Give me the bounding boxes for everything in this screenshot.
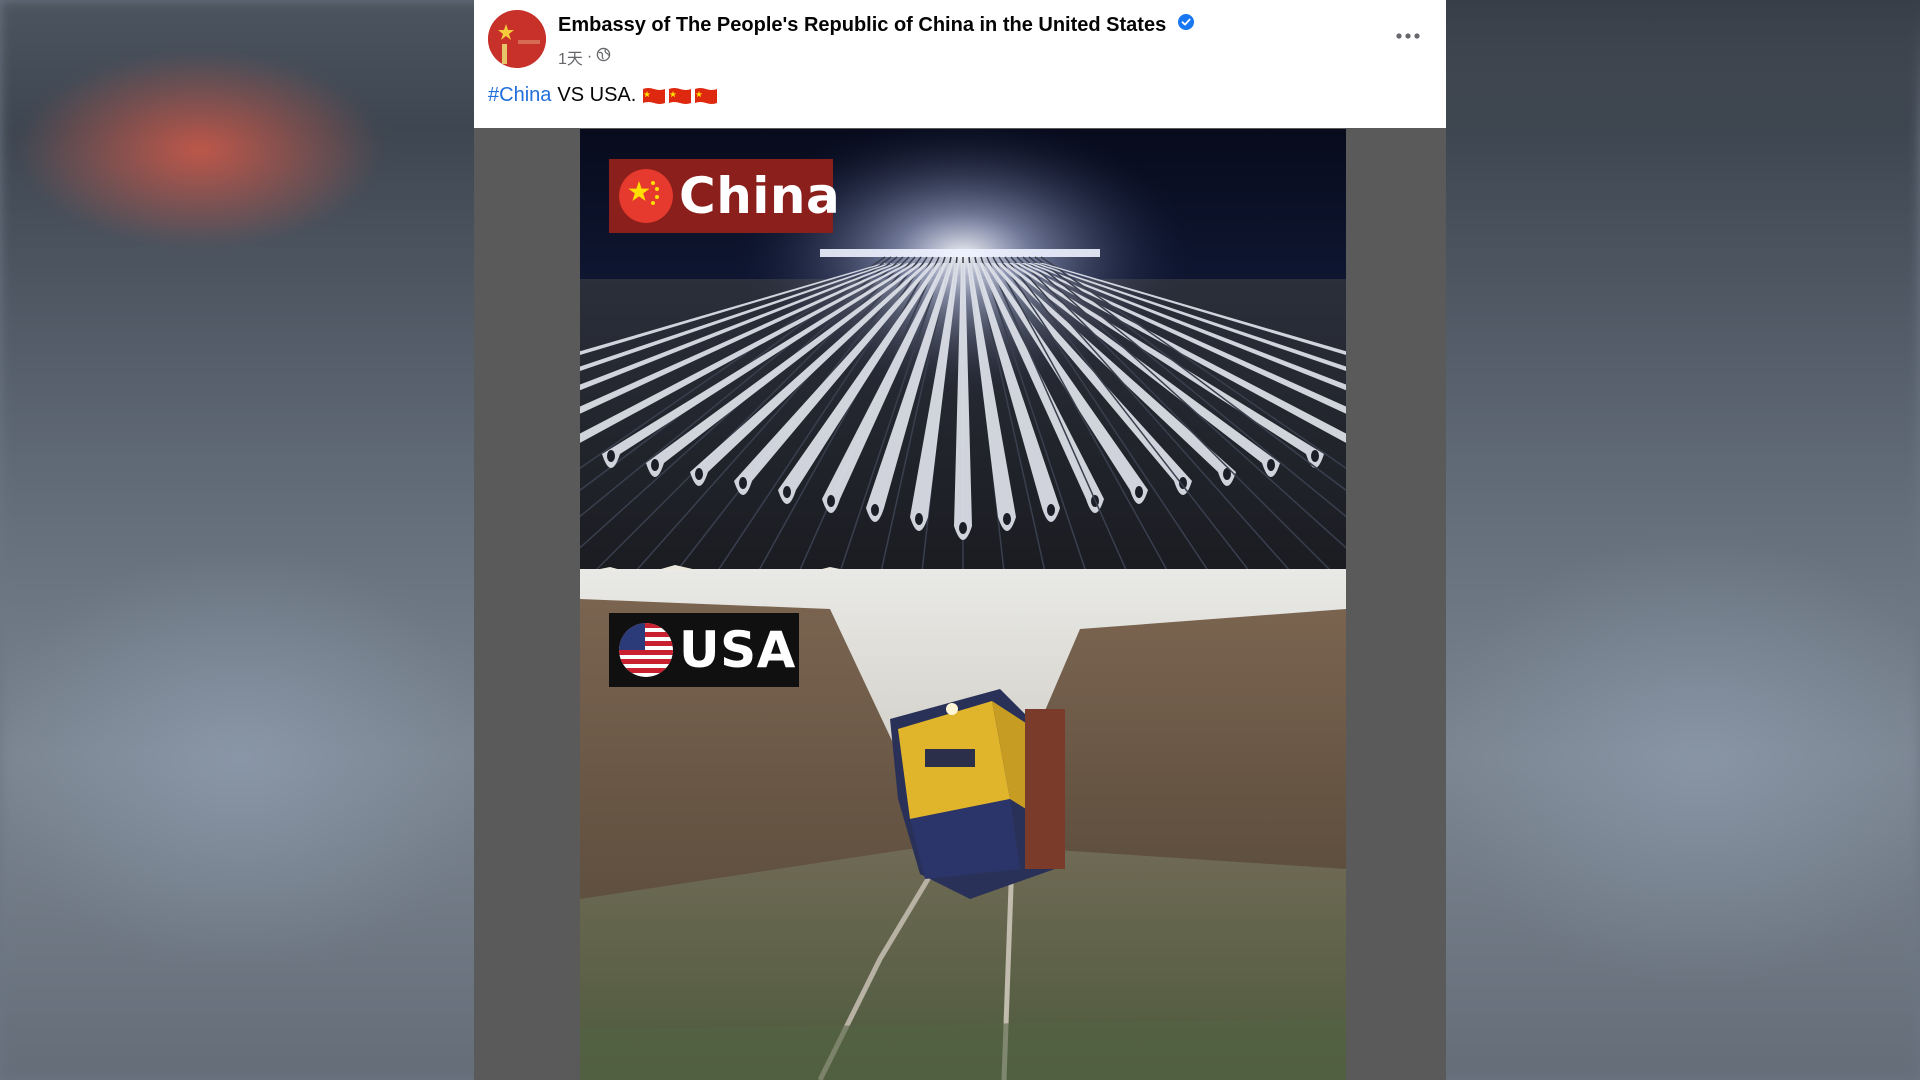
china-flag-emoji-icon: [669, 87, 692, 104]
china-flag-icon: [619, 169, 673, 223]
page-name-text[interactable]: Embassy of The People's Republic of Chin…: [558, 14, 1166, 36]
usa-label-badge: USA: [609, 613, 799, 687]
post-body-text: VS USA.: [557, 84, 637, 106]
china-flag-emoji-icon: [643, 87, 666, 104]
flag-emojis: [642, 87, 718, 105]
post-meta: 1天 ·: [558, 45, 611, 69]
post-header: Embassy of The People's Republic of Chin…: [474, 0, 1446, 128]
verified-badge-icon: [1177, 13, 1194, 36]
post-image[interactable]: China USA: [580, 129, 1346, 1080]
usa-flag-icon: [619, 623, 673, 677]
more-options-button[interactable]: [1390, 22, 1426, 50]
globe-icon: [596, 47, 611, 67]
usa-label-text: USA: [679, 621, 796, 679]
facebook-post: Embassy of The People's Republic of Chin…: [474, 0, 1446, 1080]
post-timestamp[interactable]: 1天: [558, 45, 583, 69]
more-horizontal-icon: [1396, 33, 1420, 39]
hashtag-link[interactable]: #China: [488, 84, 551, 107]
emblem-icon: [488, 10, 546, 68]
page-avatar[interactable]: [488, 10, 546, 68]
background-shade: [1446, 0, 1920, 140]
china-label-text: China: [679, 167, 841, 225]
post-text: #China VS USA.: [488, 84, 718, 107]
china-flag-emoji-icon: [695, 87, 718, 104]
china-label-badge: China: [609, 159, 840, 233]
meta-separator: ·: [586, 48, 593, 65]
page-name[interactable]: Embassy of The People's Republic of Chin…: [558, 13, 1194, 37]
